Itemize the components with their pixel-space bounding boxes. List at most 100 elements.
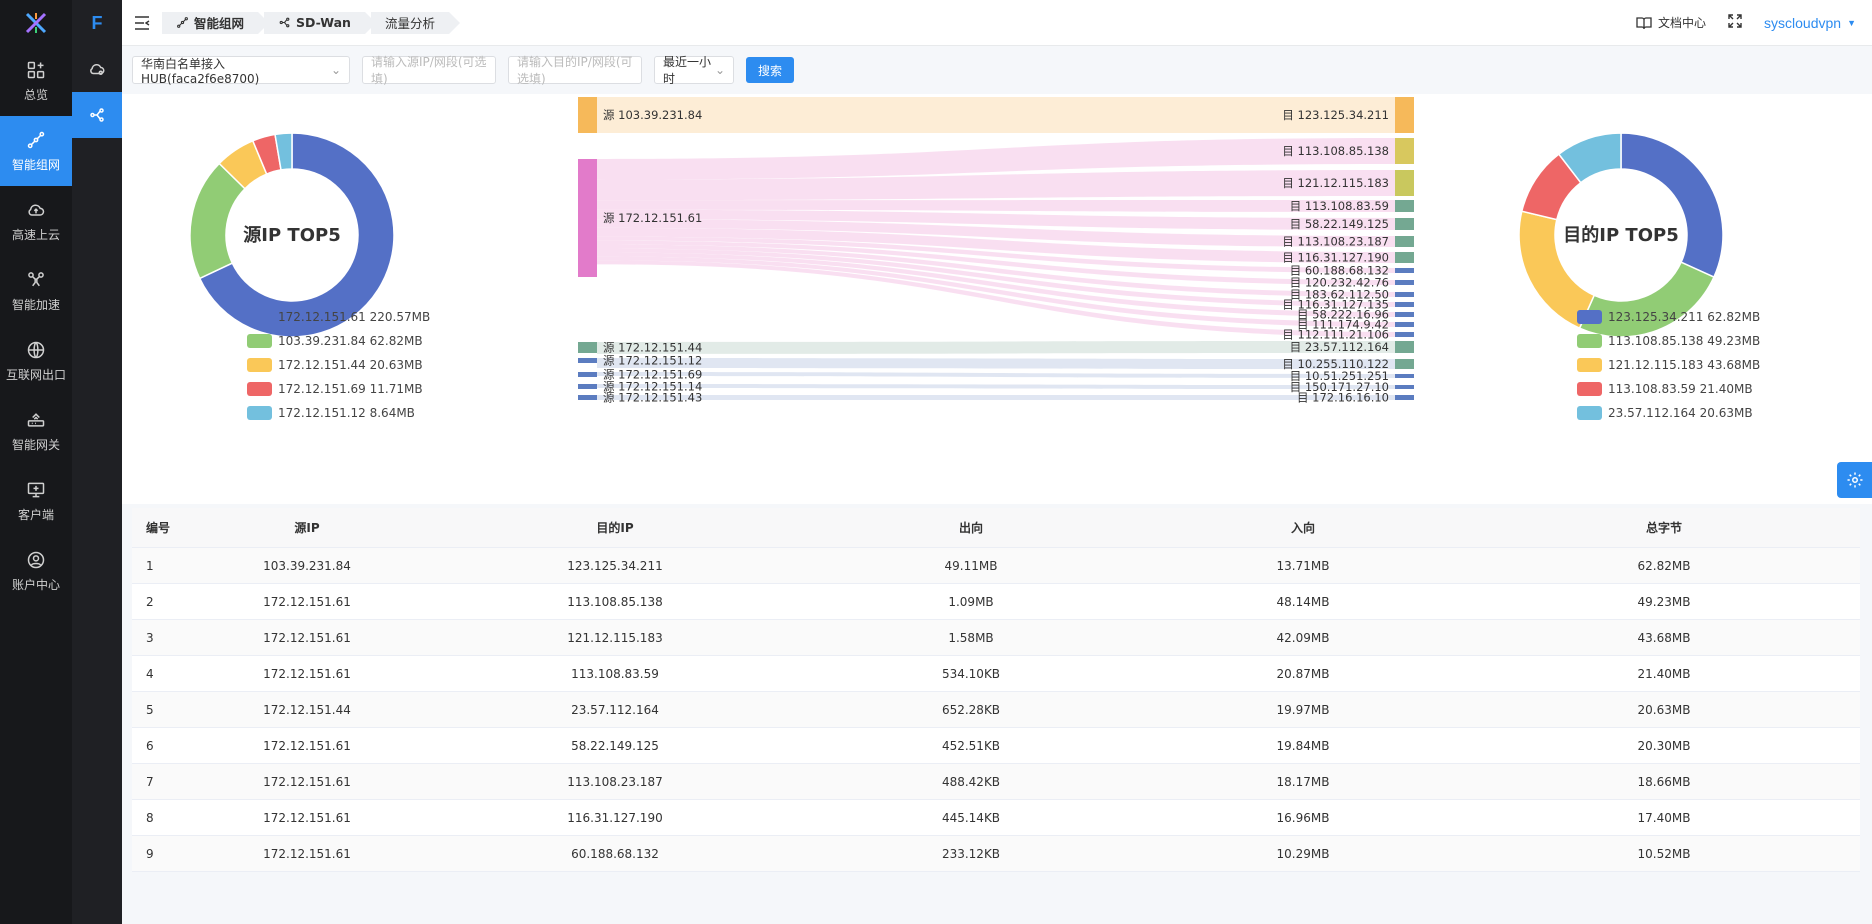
search-button[interactable]: 搜索 xyxy=(746,57,795,83)
sankey-target-node[interactable] xyxy=(1395,302,1414,307)
cloud-upload-icon xyxy=(28,204,45,216)
sankey-target-node[interactable] xyxy=(1395,359,1414,369)
legend-item[interactable]: 172.12.151.44 20.63MB xyxy=(247,356,430,373)
table-cell: 172.12.151.61 xyxy=(263,846,351,861)
sankey-target-node[interactable] xyxy=(1395,218,1414,230)
legend-swatch xyxy=(247,357,272,372)
table-cell: 103.39.231.84 xyxy=(263,558,351,573)
nav-item-2[interactable]: 高速上云 xyxy=(0,186,72,256)
legend-swatch xyxy=(1577,357,1602,372)
nav-item-5[interactable]: 智能网关 xyxy=(0,396,72,466)
legend-swatch xyxy=(1577,405,1602,420)
menu-toggle-icon[interactable] xyxy=(122,15,162,30)
sankey-target-node[interactable] xyxy=(1395,97,1414,133)
table-cell: 23.57.112.164 xyxy=(571,702,659,717)
table-cell: 113.108.85.138 xyxy=(567,594,663,609)
legend-item[interactable]: 113.108.85.138 49.23MB xyxy=(1577,332,1760,349)
sankey-link[interactable] xyxy=(597,341,1395,354)
legend-item[interactable]: 113.108.83.59 21.40MB xyxy=(1577,380,1760,397)
nav-item-6[interactable]: 客户端 xyxy=(0,466,72,536)
sankey-target-node[interactable] xyxy=(1395,374,1414,378)
breadcrumb-traffic-analysis[interactable]: 流量分析 xyxy=(370,11,460,34)
legend-item[interactable]: 23.57.112.164 20.63MB xyxy=(1577,404,1760,421)
sankey-target-node[interactable] xyxy=(1395,236,1414,247)
sdwan-nodes-icon[interactable] xyxy=(72,92,122,138)
legend-item[interactable]: 123.125.34.211 62.82MB xyxy=(1577,308,1760,325)
sankey-target-node[interactable] xyxy=(1395,322,1414,327)
breadcrumb-smart-network[interactable]: 智能组网 xyxy=(162,11,270,34)
sankey-target-node[interactable] xyxy=(1395,138,1414,164)
sankey-link[interactable] xyxy=(597,384,1395,389)
legend-label: 172.12.151.61 220.57MB xyxy=(278,309,431,324)
sankey-target-node[interactable] xyxy=(1395,200,1414,212)
legend-item[interactable]: 172.12.151.61 220.57MB xyxy=(247,308,430,325)
sankey-source-node[interactable] xyxy=(578,342,597,353)
nav-item-label: 总览 xyxy=(23,87,48,102)
table-cell: 488.42KB xyxy=(941,774,1001,789)
donut-title: 源IP TOP5 xyxy=(243,224,340,246)
table-cell: 62.82MB xyxy=(1637,558,1691,573)
sankey-source-node[interactable] xyxy=(578,159,597,277)
sankey-target-label: 目 23.57.112.164 xyxy=(1290,340,1389,354)
user-menu[interactable]: syscloudvpn ▼ xyxy=(1764,15,1856,31)
table-cell: 4 xyxy=(146,666,154,681)
sankey-source-node[interactable] xyxy=(578,372,597,377)
source-ip-input[interactable]: 请输入源IP/网段(可选填) xyxy=(362,55,496,86)
hub-select[interactable]: 华南白名单接入HUB(faca2f6e8700) ⌄ xyxy=(132,56,350,86)
table-cell: 16.96MB xyxy=(1276,810,1330,825)
sankey-target-node[interactable] xyxy=(1395,332,1414,337)
sankey: 源 103.39.231.84 源 172.12.151.61 源 172.12.1… xyxy=(578,97,1414,405)
nav-item-label: 互联网出口 xyxy=(5,367,66,382)
legend-item[interactable]: 172.12.151.12 8.64MB xyxy=(247,404,430,421)
table-cell: 116.31.127.190 xyxy=(567,810,663,825)
gear-icon xyxy=(1847,472,1862,488)
nav-item-label: 智能网关 xyxy=(11,437,60,452)
legend-item[interactable]: 172.12.151.69 11.71MB xyxy=(247,380,430,397)
sankey-target-node[interactable] xyxy=(1395,395,1414,400)
nav-item-1[interactable]: 智能组网 xyxy=(0,116,72,186)
sankey-source-node[interactable] xyxy=(578,395,597,400)
sankey-source-node[interactable] xyxy=(578,384,597,389)
table-cell: 172.12.151.44 xyxy=(263,702,351,717)
sankey-target-label: 目 113.108.23.187 xyxy=(1282,235,1389,249)
table-cell: 172.12.151.61 xyxy=(263,594,351,609)
sankey-link[interactable] xyxy=(597,97,1395,133)
sankey-link[interactable] xyxy=(597,358,1395,369)
sankey-link[interactable] xyxy=(597,372,1395,378)
sankey-target-node[interactable] xyxy=(1395,280,1414,285)
settings-gear-button[interactable] xyxy=(1837,462,1872,498)
dest-ip-input[interactable]: 请输入目的IP/网段(可选填) xyxy=(508,55,642,86)
docs-center-link[interactable]: 文档中心 xyxy=(1636,14,1706,31)
sankey-target-node[interactable] xyxy=(1395,341,1414,353)
caret-down-icon: ▼ xyxy=(1847,17,1856,28)
fullscreen-icon[interactable] xyxy=(1728,14,1742,31)
time-range-select[interactable]: 最近一小时 ⌄ xyxy=(654,55,734,86)
table-cell: 452.51KB xyxy=(941,738,1001,753)
router-icon xyxy=(27,412,45,427)
sankey-target-node[interactable] xyxy=(1395,252,1414,263)
sankey-target-node[interactable] xyxy=(1395,268,1414,273)
sankey-target-label: 目 113.108.85.138 xyxy=(1282,144,1389,158)
table-row: 1 103.39.231.84 123.125.34.211 49.11MB 13.71… xyxy=(132,548,1860,584)
sankey-source-node[interactable] xyxy=(578,97,597,133)
filter-bar: 华南白名单接入HUB(faca2f6e8700) ⌄ 请输入源IP/网段(可选填… xyxy=(122,46,1872,94)
nav-item-0[interactable]: 总览 xyxy=(0,46,72,116)
sankey-link[interactable] xyxy=(597,395,1395,400)
donut-slice[interactable] xyxy=(1620,132,1724,279)
sankey-target-node[interactable] xyxy=(1395,385,1414,389)
monitor-icon xyxy=(27,482,45,497)
table-cell: 9 xyxy=(146,846,154,861)
nav-item-3[interactable]: 智能加速 xyxy=(0,256,72,326)
sankey-source-node[interactable] xyxy=(578,358,597,363)
sankey-target-node[interactable] xyxy=(1395,170,1414,196)
cloud-network-icon[interactable] xyxy=(72,46,122,92)
legend-item[interactable]: 103.39.231.84 62.82MB xyxy=(247,332,430,349)
time-range-value: 最近一小时 xyxy=(663,55,712,86)
nav-item-4[interactable]: 互联网出口 xyxy=(0,326,72,396)
sankey-target-node[interactable] xyxy=(1395,292,1414,297)
nav-item-7[interactable]: 账户中心 xyxy=(0,536,72,606)
legend-item[interactable]: 121.12.115.183 43.68MB xyxy=(1577,356,1760,373)
breadcrumb-sdwan[interactable]: SD-Wan xyxy=(264,11,376,34)
sankey-target-node[interactable] xyxy=(1395,312,1414,317)
logo[interactable] xyxy=(0,0,72,46)
